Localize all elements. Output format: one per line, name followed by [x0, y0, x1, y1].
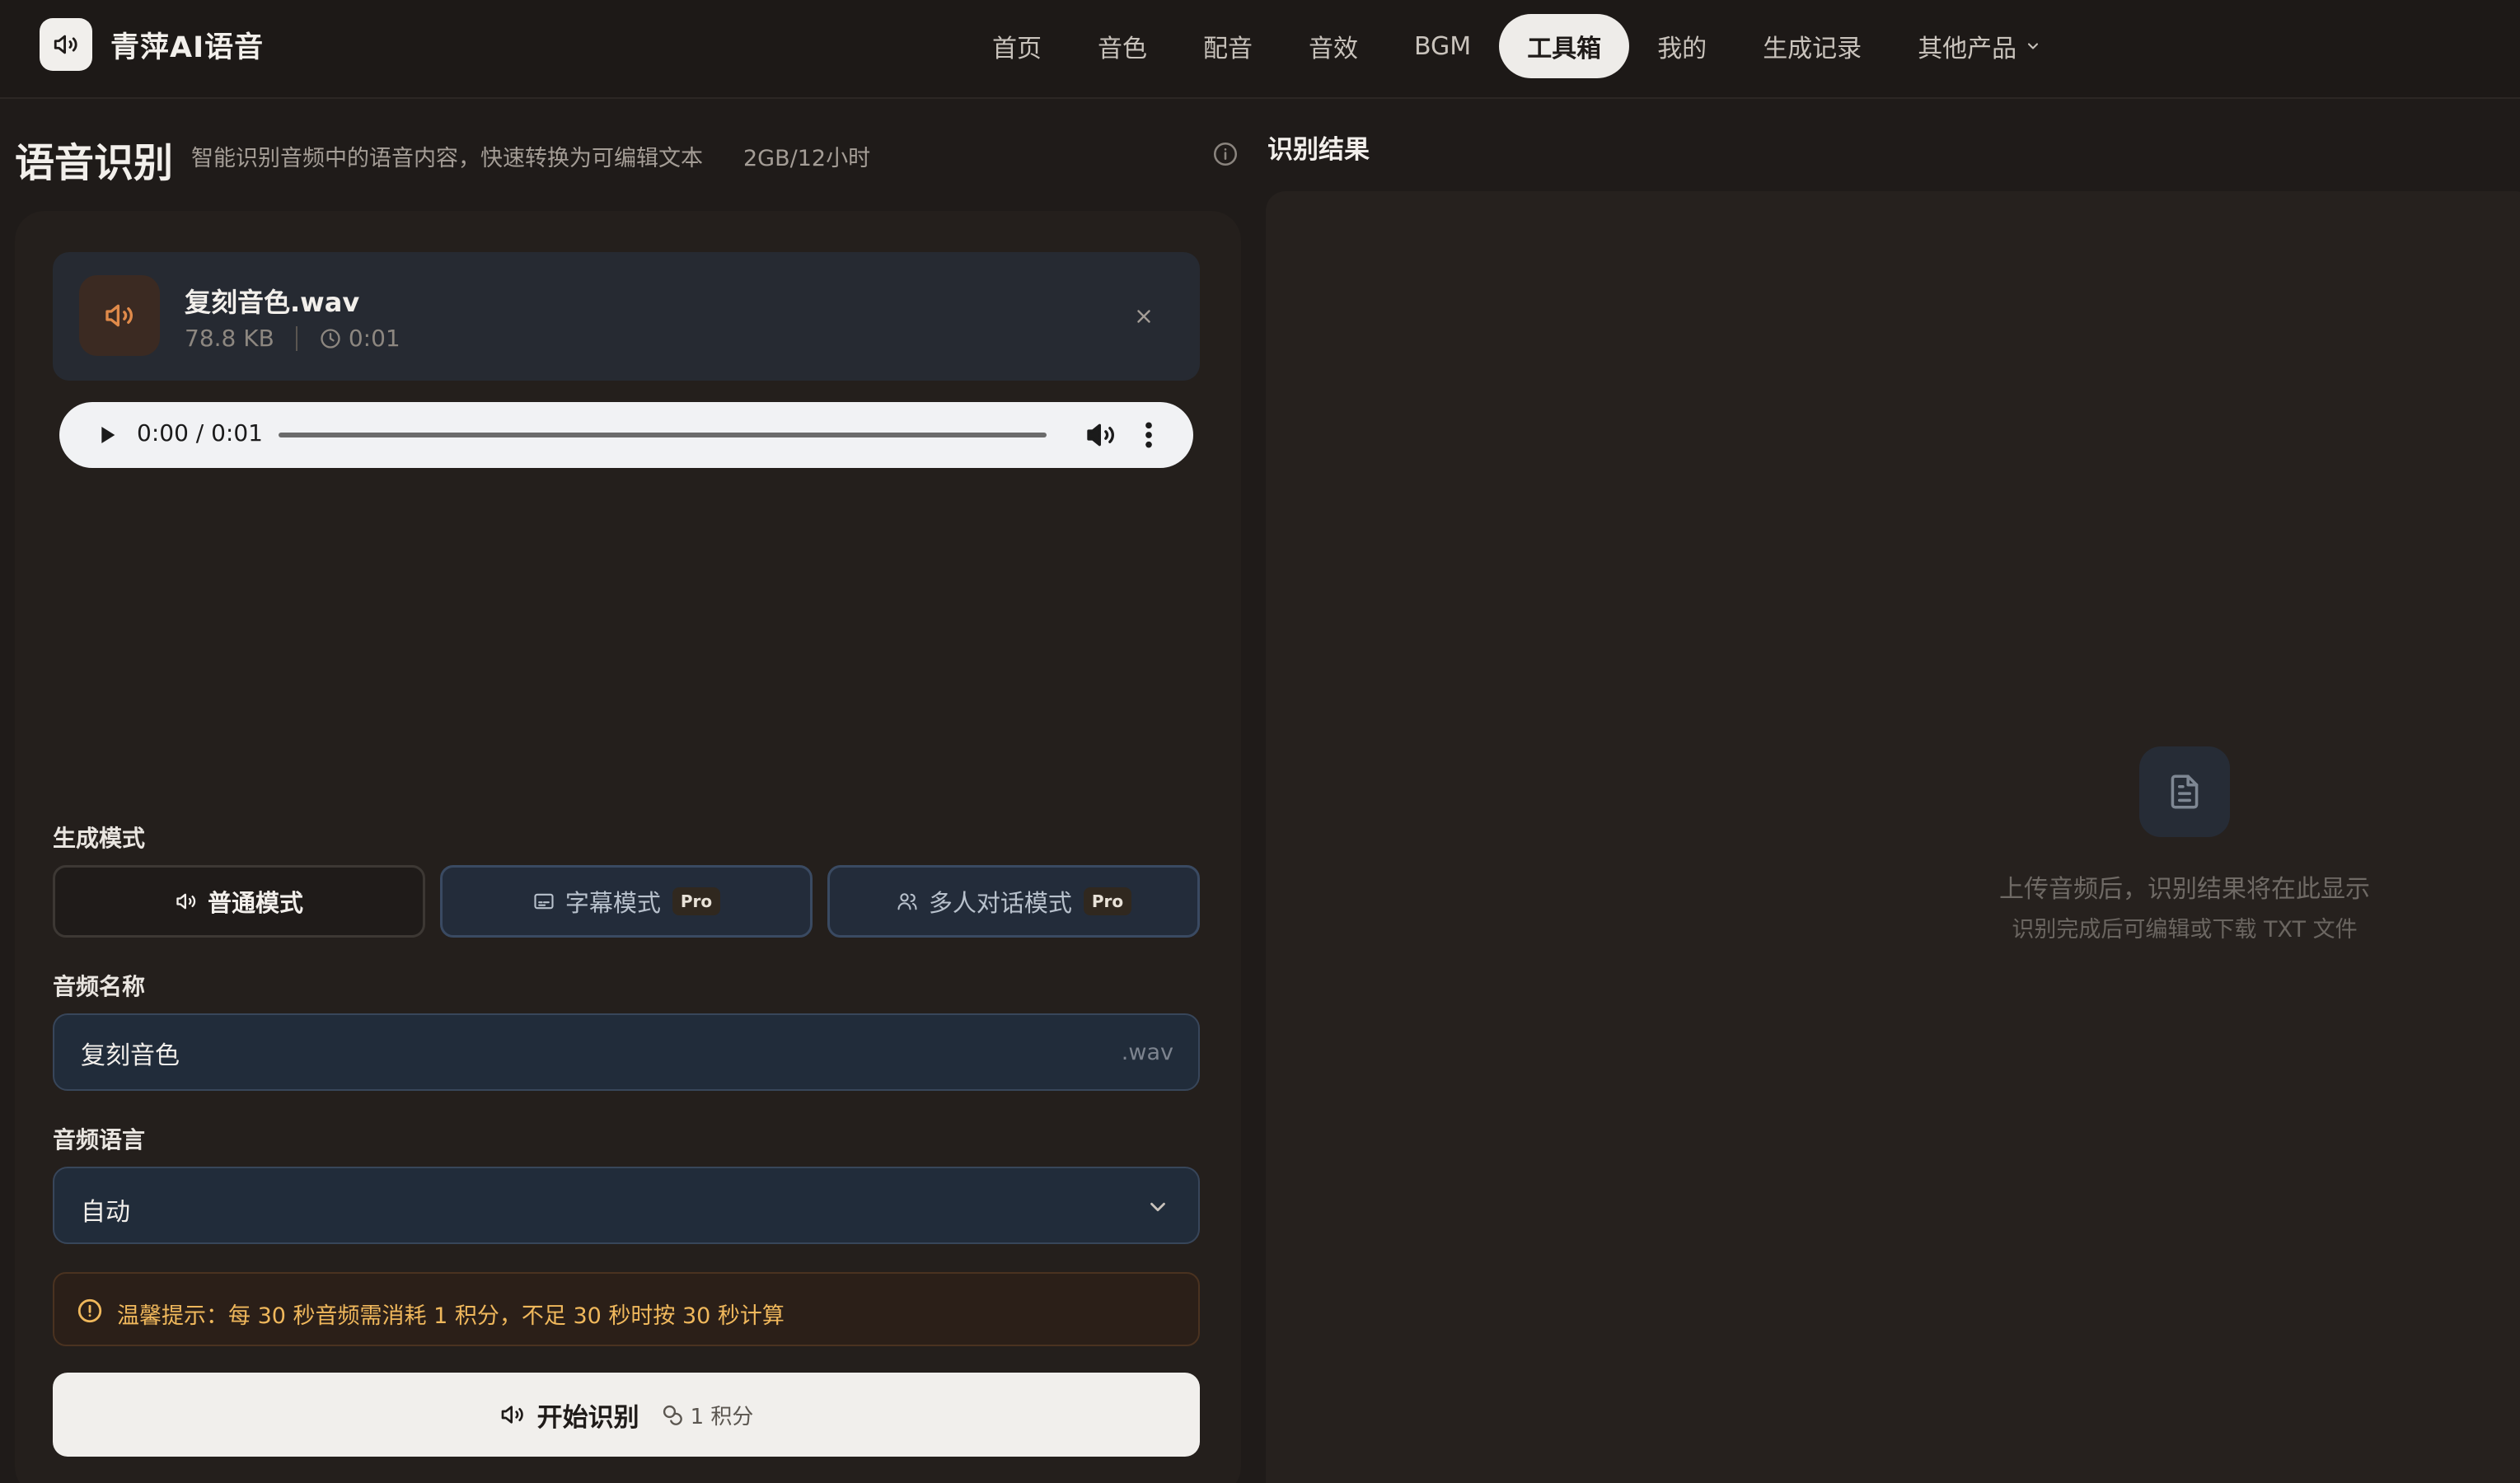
nav-item-voices[interactable]: 音色 [1070, 14, 1175, 78]
file-name: 复刻音色.wav [185, 287, 360, 318]
audio-language-select[interactable]: 自动 [53, 1167, 1200, 1244]
nav-item-toolbox[interactable]: 工具箱 [1499, 14, 1630, 78]
page-title: 语音识别 [15, 140, 174, 186]
nav-label: 其他产品 [1918, 35, 2017, 63]
nav-label: 音色 [1098, 35, 1147, 63]
coins-icon [661, 1403, 684, 1426]
app-root: 青萍AI语音 首页 音色 配音 音效 BGM 工具箱 我的 生成记录 其他产品 … [0, 0, 2520, 1483]
more-options-icon[interactable] [1141, 419, 1157, 451]
mode-normal-label: 普通模式 [207, 889, 303, 917]
file-duration: 0:01 [348, 325, 400, 352]
chevron-down-icon [1145, 1195, 1170, 1219]
nav-label: 音效 [1309, 35, 1358, 63]
nav-label: BGM [1414, 31, 1472, 61]
audio-language-value: 自动 [81, 1198, 130, 1227]
empty-state-title: 上传音频后，识别结果将在此显示 [1999, 875, 2370, 904]
audio-name-label: 音频名称 [53, 973, 146, 1000]
uploaded-file-card: 复刻音色.wav 78.8 KB 0:01 [53, 252, 1200, 381]
audio-language-label: 音频语言 [53, 1126, 146, 1153]
file-extension-suffix: .wav [1121, 1040, 1173, 1065]
volume-icon[interactable] [1084, 419, 1117, 451]
nav-label: 配音 [1203, 35, 1253, 63]
start-recognition-button[interactable]: 开始识别 1 积分 [53, 1373, 1200, 1457]
file-size: 78.8 KB [185, 325, 274, 352]
nav-item-home[interactable]: 首页 [964, 14, 1070, 78]
warning-info-icon [76, 1297, 104, 1325]
audio-name-input[interactable] [81, 1035, 1070, 1071]
nav-item-mine[interactable]: 我的 [1629, 14, 1735, 78]
credit-notice: 温馨提示：每 30 秒音频需消耗 1 积分，不足 30 秒时按 30 秒计算 [53, 1272, 1200, 1346]
audio-name-field: .wav [53, 1013, 1200, 1091]
mode-label: 生成模式 [53, 825, 146, 852]
speaker-icon [175, 890, 198, 913]
brand-name: 青萍AI语音 [110, 30, 265, 64]
credit-cost: 1 积分 [661, 1400, 754, 1430]
mode-multi-speaker-label: 多人对话模式 [928, 889, 1072, 917]
subtitle-icon [532, 890, 555, 913]
audio-player: 0:00 / 0:01 [59, 402, 1193, 468]
nav-label: 工具箱 [1527, 35, 1602, 63]
meta-divider [295, 325, 297, 351]
brand-speaker-icon [40, 18, 92, 71]
close-icon[interactable] [1126, 298, 1162, 334]
nav-item-bgm[interactable]: BGM [1386, 14, 1499, 78]
credit-cost-value: 1 积分 [690, 1404, 754, 1429]
clock-icon [319, 327, 342, 350]
nav-item-sound-effects[interactable]: 音效 [1281, 14, 1386, 78]
brand[interactable]: 青萍AI语音 [40, 18, 264, 71]
main-nav: 首页 音色 配音 音效 BGM 工具箱 我的 生成记录 其他产品 [964, 13, 2069, 79]
pro-badge: Pro [1083, 887, 1132, 915]
play-icon[interactable] [94, 422, 120, 448]
result-panel [1266, 191, 2520, 1483]
nav-item-dubbing[interactable]: 配音 [1175, 14, 1281, 78]
mode-multi-speaker-button[interactable]: 多人对话模式 Pro [827, 865, 1200, 938]
notice-text: 温馨提示：每 30 秒音频需消耗 1 积分，不足 30 秒时按 30 秒计算 [117, 1303, 785, 1329]
page-quota: 2GB/12小时 [743, 146, 871, 171]
file-meta: 78.8 KB 0:01 [185, 325, 400, 352]
chevron-down-icon [2025, 32, 2041, 61]
mode-normal-button[interactable]: 普通模式 [53, 865, 425, 938]
player-seek-bar[interactable] [279, 433, 1047, 437]
result-title: 识别结果 [1267, 135, 1370, 165]
start-recognition-label: 开始识别 [536, 1402, 639, 1433]
player-time: 0:00 / 0:01 [137, 419, 263, 447]
users-icon [896, 890, 919, 913]
empty-state-subtitle: 识别完成后可编辑或下载 TXT 文件 [2012, 917, 2358, 943]
nav-item-history[interactable]: 生成记录 [1735, 14, 1890, 78]
audio-file-icon [79, 275, 160, 356]
info-icon[interactable] [1211, 140, 1239, 168]
nav-label: 首页 [992, 35, 1042, 63]
nav-label: 生成记录 [1763, 35, 1862, 63]
page-subtitle: 智能识别音频中的语音内容，快速转换为可编辑文本 [191, 146, 703, 171]
mode-subtitle-label: 字幕模式 [564, 889, 661, 917]
pro-badge: Pro [672, 887, 721, 915]
speaker-icon [499, 1401, 526, 1428]
nav-item-other-products[interactable]: 其他产品 [1890, 14, 2069, 78]
mode-subtitle-button[interactable]: 字幕模式 Pro [440, 865, 813, 938]
top-bar: 青萍AI语音 首页 音色 配音 音效 BGM 工具箱 我的 生成记录 其他产品 [0, 0, 2520, 99]
document-icon [2139, 746, 2230, 837]
nav-label: 我的 [1657, 35, 1707, 63]
